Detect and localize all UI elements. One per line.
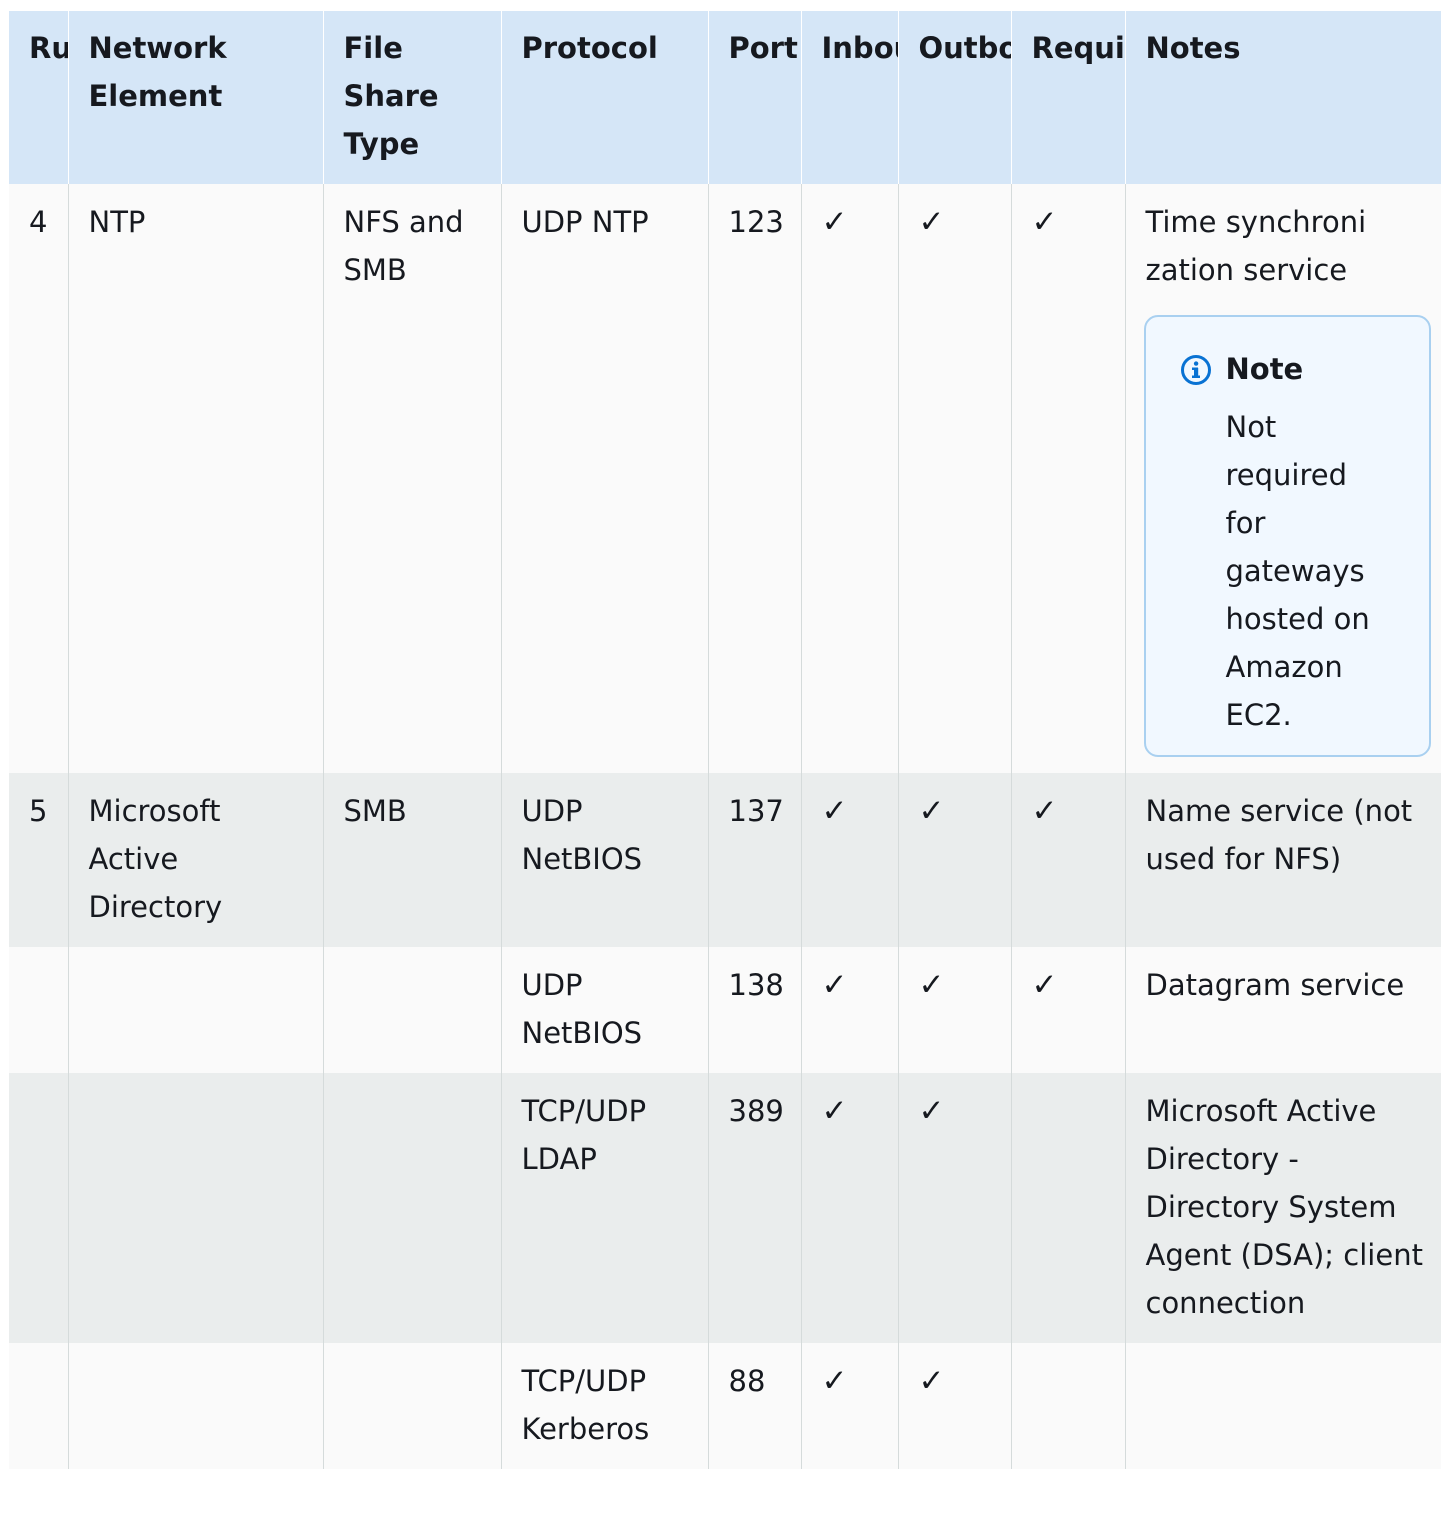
header-rule: Ru [9, 11, 68, 184]
header-outbound: Outbo [897, 11, 1011, 184]
cell-port: 123 [707, 184, 801, 773]
cell-network-element: Microsoft Active Directory [67, 773, 323, 947]
header-network-element: Network Element [67, 11, 323, 184]
cell-file-share-type [322, 1073, 501, 1343]
cell-outbound-check: ✓ [897, 947, 1011, 1073]
ports-table-container: Ru Network Element File Share Type Proto… [9, 11, 1441, 1469]
header-protocol: Protocol [500, 11, 708, 184]
notes-text: Time synchroni zation service [1145, 205, 1367, 287]
cell-port: 88 [707, 1343, 801, 1469]
cell-inbound-check: ✓ [800, 773, 898, 947]
table-row: UDP NetBIOS 138 ✓ ✓ ✓ Datagram service [9, 947, 1441, 1073]
cell-required-check [1010, 1073, 1125, 1343]
table-header-row: Ru Network Element File Share Type Proto… [9, 11, 1441, 184]
cell-outbound-check: ✓ [897, 773, 1011, 947]
info-icon [1180, 355, 1211, 385]
cell-notes [1124, 1343, 1441, 1469]
cell-network-element [67, 947, 323, 1073]
cell-file-share-type [322, 947, 501, 1073]
file-share-type-text: NFS and SMB [343, 205, 464, 287]
cell-notes: Name service (not used for NFS) [1124, 773, 1441, 947]
cell-file-share-type [322, 1343, 501, 1469]
cell-notes: Microsoft Active Directory - Directory S… [1124, 1073, 1441, 1343]
cell-protocol: UDP NTP [500, 184, 708, 773]
header-inbound: Inbou [800, 11, 898, 184]
cell-outbound-check: ✓ [897, 1073, 1011, 1343]
header-file-share-type: File Share Type [322, 11, 501, 184]
protocol-text: TCP/UDP Kerberos [521, 1364, 650, 1446]
cell-rule [9, 947, 68, 1073]
note-title: Note [1225, 352, 1304, 386]
cell-rule: 4 [9, 184, 68, 773]
note-callout: Note Not required for gateways hosted on… [1143, 315, 1431, 757]
cell-file-share-type: NFS and SMB [322, 184, 501, 773]
cell-inbound-check: ✓ [800, 1073, 898, 1343]
cell-rule: 5 [9, 773, 68, 947]
cell-notes: Time synchroni zation service Note Not r… [1124, 184, 1441, 773]
cell-required-check: ✓ [1010, 773, 1125, 947]
cell-network-element: NTP [67, 184, 323, 773]
cell-required-check [1010, 1343, 1125, 1469]
table-row: 4 NTP NFS and SMB UDP NTP 123 ✓ ✓ ✓ Time… [9, 184, 1441, 773]
protocol-text: UDP NetBIOS [521, 794, 643, 876]
cell-inbound-check: ✓ [800, 1343, 898, 1469]
cell-outbound-check: ✓ [897, 1343, 1011, 1469]
cell-protocol: TCP/UDP Kerberos [500, 1343, 708, 1469]
ports-table: Ru Network Element File Share Type Proto… [9, 11, 1441, 1469]
network-element-text: Microsoft Active Directory [88, 794, 223, 924]
cell-port: 138 [707, 947, 801, 1073]
cell-protocol: TCP/UDP LDAP [500, 1073, 708, 1343]
cell-file-share-type: SMB [322, 773, 501, 947]
cell-inbound-check: ✓ [800, 184, 898, 773]
cell-rule [9, 1073, 68, 1343]
cell-required-check: ✓ [1010, 947, 1125, 1073]
cell-port: 137 [707, 773, 801, 947]
cell-notes: Datagram service [1124, 947, 1441, 1073]
cell-network-element [67, 1343, 323, 1469]
table-row: 5 Microsoft Active Directory SMB UDP Net… [9, 773, 1441, 947]
header-notes: Notes [1124, 11, 1441, 184]
protocol-text: TCP/UDP LDAP [521, 1094, 647, 1176]
note-header: Note [1180, 345, 1412, 393]
header-port: Port [707, 11, 801, 184]
cell-protocol: UDP NetBIOS [500, 947, 708, 1073]
table-row: TCP/UDP LDAP 389 ✓ ✓ Microsoft Active Di… [9, 1073, 1441, 1343]
cell-protocol: UDP NetBIOS [500, 773, 708, 947]
table-row: TCP/UDP Kerberos 88 ✓ ✓ [9, 1343, 1441, 1469]
header-required: Requi [1010, 11, 1125, 184]
cell-inbound-check: ✓ [800, 947, 898, 1073]
cell-required-check: ✓ [1010, 184, 1125, 773]
cell-port: 389 [707, 1073, 801, 1343]
protocol-text: UDP NetBIOS [521, 968, 643, 1050]
cell-rule [9, 1343, 68, 1469]
cell-network-element [67, 1073, 323, 1343]
cell-outbound-check: ✓ [897, 184, 1011, 773]
note-text: Not required for gateways hosted on Amaz… [1225, 410, 1370, 732]
